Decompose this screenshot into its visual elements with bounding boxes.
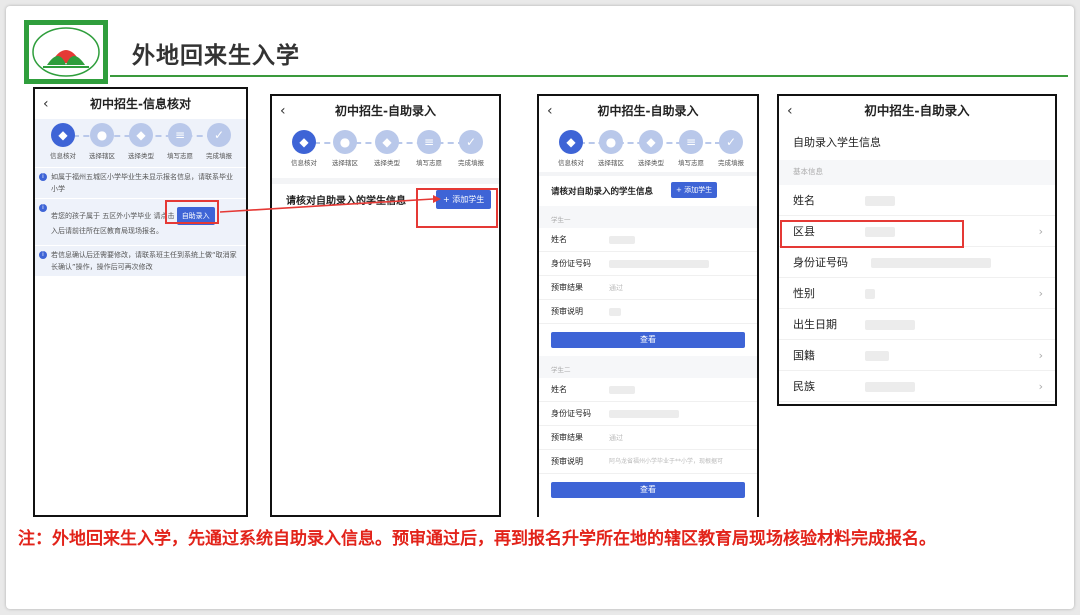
step-3: ◆ 选择类型 [631,130,671,167]
school-logo [24,20,108,84]
info-icon: i [39,204,47,212]
step-4: ≡ 填写志愿 [409,130,449,167]
document-icon: ≡ [168,123,192,147]
footnote: 注：外地回来生入学，先通过系统自助录入信息。预审通过后，再到报名升学所在地的辖区… [18,529,936,549]
phone-self-entry-empty: ‹ 初中招生-自助录入 ◆ 信息核对 ● 选择辖区 ◆ 选择类型 ≡ 填写志愿 ✓ 完成填… [270,94,501,517]
document-icon: ≡ [417,130,441,154]
view-button[interactable]: 查看 [551,482,745,498]
field-name: 姓名 [539,378,757,402]
layers-icon: ◆ [51,123,75,147]
highlight-self-entry [165,200,219,224]
check-icon: ✓ [719,130,743,154]
chevron-right-icon: › [1038,225,1043,238]
page-title: 外地回来生入学 [132,43,300,69]
student-2-label: 学生二 [539,356,757,378]
screen-title: 初中招生-信息核对 [90,97,191,111]
check-icon: ✓ [459,130,483,154]
layers-icon: ◆ [129,123,153,147]
field-result: 预审结果 通过 [539,276,757,300]
info-icon: i [39,173,47,181]
check-icon: ✓ [207,123,231,147]
step-1: ◆ 信息核对 [43,123,83,160]
step-2: ● 选择辖区 [82,123,122,160]
chevron-right-icon: › [1038,380,1043,393]
step-3: ◆ 选择类型 [367,130,407,167]
layers-icon: ◆ [292,130,316,154]
field-desc: 预审说明 [539,300,757,324]
phone-info-check: ‹ 初中招生-信息核对 ◆ 信息核对 ● 选择辖区 ◆ 选择类型 ≡ 填写志愿 ✓ 完成填… [33,87,248,517]
field-id: 身份证号码 [539,252,757,276]
info-icon: i [39,251,47,259]
layers-icon: ◆ [639,130,663,154]
step-4: ≡ 填写志愿 [160,123,200,160]
step-bar: ◆ 信息核对 ● 选择辖区 ◆ 选择类型 ≡ 填写志愿 ✓ 完成填报 [35,119,246,167]
field-gender[interactable]: 性别 › [779,278,1055,309]
back-icon[interactable]: ‹ [787,96,793,126]
back-icon[interactable]: ‹ [43,89,49,119]
step-bar: ◆ 信息核对 ● 选择辖区 ◆ 选择类型 ≡ 填写志愿 ✓ 完成填报 [272,126,499,178]
step-4: ≡ 填写志愿 [671,130,711,167]
field-desc: 预审说明 阿乌龙省福州小学毕业于**小学，现根据可 [539,450,757,474]
logo-emblem-icon [32,27,100,77]
notice-3: i 若信息确认后还需要修改，请联系班主任到系统上做“取消家长确认”操作，操作后可再… [35,245,246,276]
step-2: ● 选择辖区 [591,130,631,167]
step-2: ● 选择辖区 [325,130,365,167]
section-heading: 请核对自助录入的学生信息 [551,187,654,197]
add-student-button[interactable]: + 添加学生 [671,182,718,198]
chevron-right-icon: › [1038,287,1043,300]
step-5: ✓ 完成填报 [711,130,751,167]
field-birthdate[interactable]: 出生日期 [779,309,1055,340]
step-5: ✓ 完成填报 [199,123,239,160]
field-ethnicity[interactable]: 民族 › [779,371,1055,402]
highlight-district [780,220,964,248]
section-heading: 请核对自助录入的学生信息 [286,196,406,207]
form-heading: 自助录入学生信息 [793,136,881,149]
field-id: 身份证号码 [539,402,757,426]
layers-icon: ◆ [559,130,583,154]
highlight-add-student [416,188,498,228]
chevron-right-icon: › [1038,349,1043,362]
screen-title: 初中招生-自助录入 [864,103,970,118]
screen-title: 初中招生-自助录入 [335,104,436,118]
location-icon: ● [333,130,357,154]
back-icon[interactable]: ‹ [547,96,553,126]
title-divider [110,75,1068,77]
basic-info-label: 基本信息 [779,160,1055,185]
field-nationality[interactable]: 国籍 › [779,340,1055,371]
step-bar: ◆ 信息核对 ● 选择辖区 ◆ 选择类型 ≡ 填写志愿 ✓ 完成填报 [539,126,757,172]
phone-self-entry-list: ‹ 初中招生-自助录入 ◆ 信息核对 ● 选择辖区 ◆ 选择类型 ≡ 填写志愿 ✓ 完成填… [537,94,759,517]
step-1: ◆ 信息核对 [284,130,324,167]
document-icon: ≡ [679,130,703,154]
field-result: 预审结果 通过 [539,426,757,450]
notice-1: i 如属于福州五城区小学毕业生未显示报名信息，请联系毕业小学 [35,167,246,198]
step-3: ◆ 选择类型 [121,123,161,160]
field-name: 姓名 [539,228,757,252]
view-button[interactable]: 查看 [551,332,745,348]
screen-title: 初中招生-自助录入 [597,104,699,118]
field-id-number[interactable]: 身份证号码 [779,247,1055,278]
phone-student-form: ‹ 初中招生-自助录入 自助录入学生信息 基本信息 姓名 区县 › 身份证号码 性… [777,94,1057,406]
back-icon[interactable]: ‹ [280,96,286,126]
field-name[interactable]: 姓名 [779,185,1055,216]
student-1-label: 学生一 [539,206,757,228]
step-1: ◆ 信息核对 [551,130,591,167]
location-icon: ● [599,130,623,154]
location-icon: ● [90,123,114,147]
step-5: ✓ 完成填报 [451,130,491,167]
layers-icon: ◆ [375,130,399,154]
